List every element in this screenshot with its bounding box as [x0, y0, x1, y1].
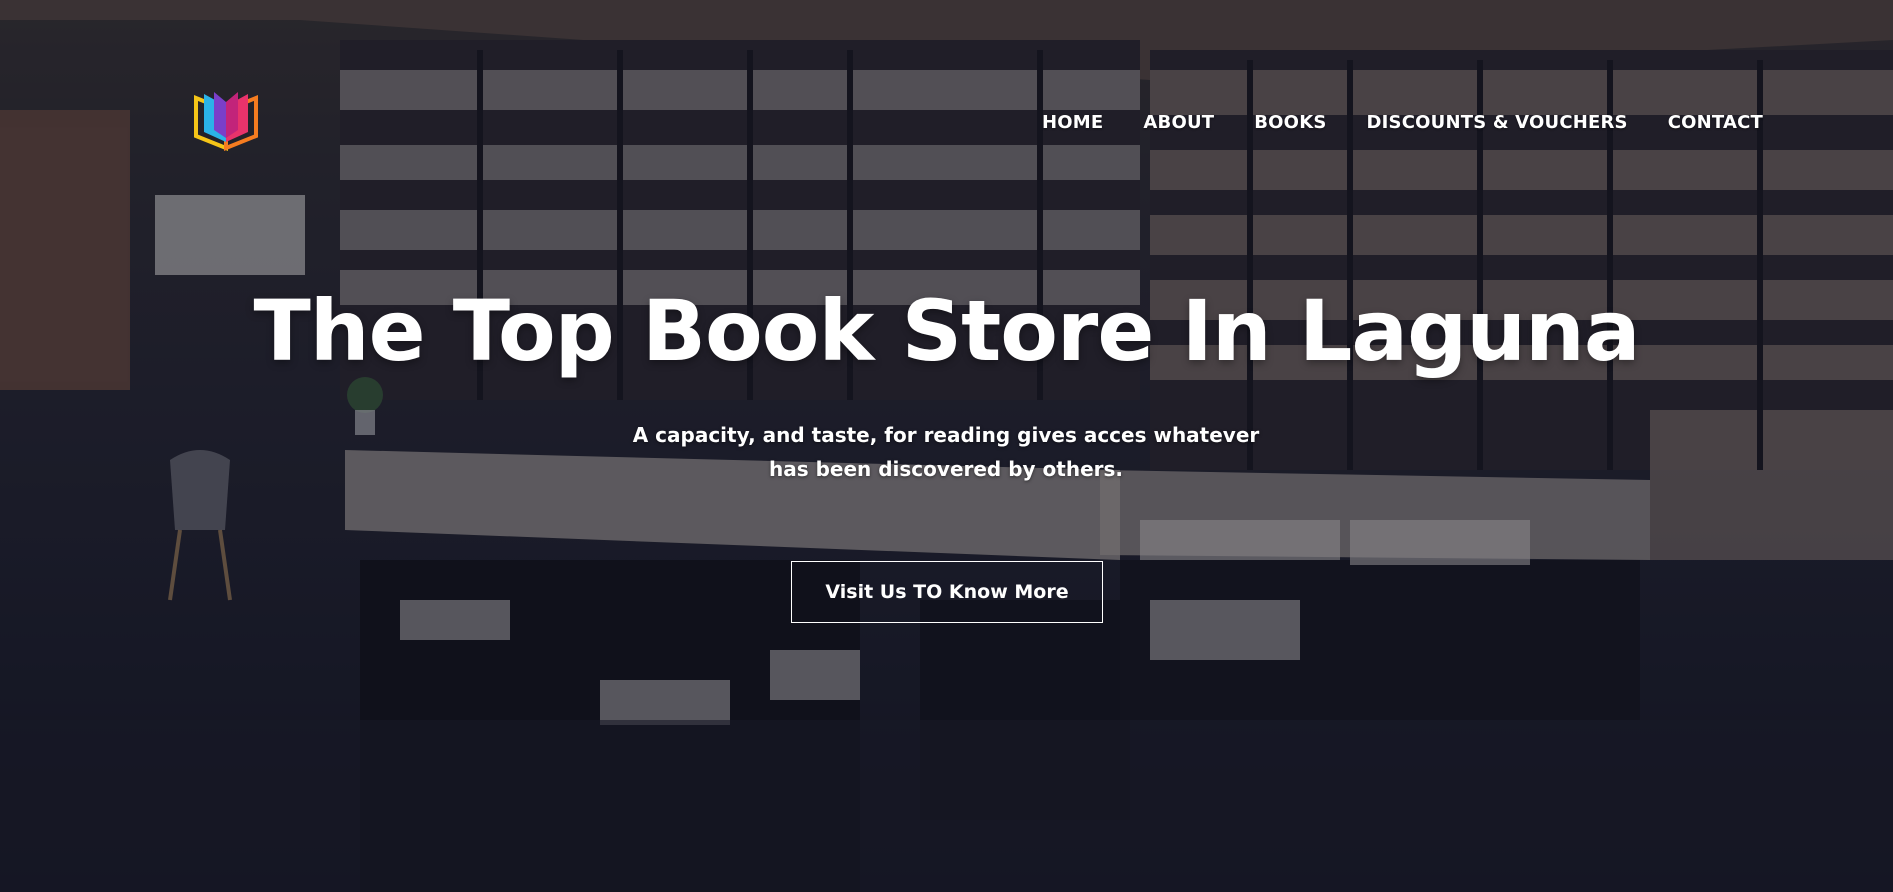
menu-item-about: ABOUT — [1143, 112, 1214, 133]
nav-link-contact[interactable]: CONTACT — [1668, 112, 1763, 133]
menu-item-books: BOOKS — [1254, 112, 1326, 133]
hero-section: HOME ABOUT BOOKS DISCOUNTS & VOUCHERS CO… — [0, 0, 1893, 892]
menu-item-discounts: DISCOUNTS & VOUCHERS — [1367, 112, 1628, 133]
hero-subtitle: A capacity, and taste, for reading gives… — [632, 423, 1260, 481]
nav-link-books[interactable]: BOOKS — [1254, 112, 1326, 133]
visit-us-button[interactable]: Visit Us TO Know More — [791, 561, 1103, 623]
menu-item-home: HOME — [1042, 112, 1103, 133]
menu-item-contact: CONTACT — [1668, 112, 1763, 133]
hero-title: The Top Book Store In Laguna — [253, 282, 1640, 380]
open-book-logo-icon — [194, 92, 258, 151]
top-navigation: HOME ABOUT BOOKS DISCOUNTS & VOUCHERS CO… — [0, 0, 1893, 160]
brand-logo-link[interactable] — [190, 90, 262, 154]
main-menu: HOME ABOUT BOOKS DISCOUNTS & VOUCHERS CO… — [1042, 112, 1763, 133]
nav-link-home[interactable]: HOME — [1042, 112, 1103, 133]
nav-link-about[interactable]: ABOUT — [1143, 112, 1214, 133]
nav-link-discounts-vouchers[interactable]: DISCOUNTS & VOUCHERS — [1367, 112, 1628, 133]
